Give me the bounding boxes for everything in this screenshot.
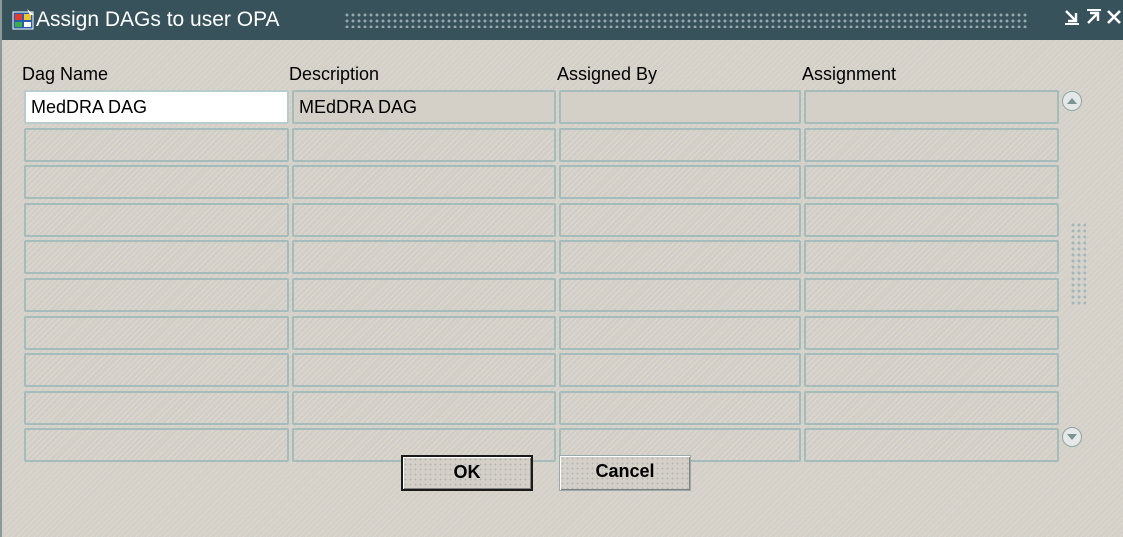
minimize-icon[interactable]: [1062, 8, 1082, 30]
assigned-by-field[interactable]: [559, 278, 801, 312]
assigned-by-field[interactable]: [559, 353, 801, 387]
scroll-thumb[interactable]: [1070, 222, 1086, 306]
title-bar[interactable]: Assign DAGs to user OPA: [2, 0, 1123, 40]
oracle-forms-app-icon: [12, 9, 34, 30]
scroll-up-button[interactable]: [1062, 91, 1082, 111]
description-field[interactable]: [292, 165, 556, 199]
assignment-field[interactable]: [804, 278, 1059, 312]
dag-name-field[interactable]: [24, 203, 289, 237]
assigned-by-field[interactable]: [559, 165, 801, 199]
assigned-by-field[interactable]: [559, 240, 801, 274]
dialog-window: Assign DAGs to user OPA Dag Name Descrip…: [0, 0, 1123, 537]
assignment-field[interactable]: [804, 316, 1059, 350]
scroll-down-button[interactable]: [1062, 427, 1082, 447]
assigned-by-field[interactable]: [559, 128, 801, 162]
assignment-field[interactable]: [804, 128, 1059, 162]
dag-name-field[interactable]: [24, 316, 289, 350]
assignment-field[interactable]: [804, 203, 1059, 237]
dag-name-field[interactable]: MedDRA DAG: [24, 90, 289, 124]
assigned-by-field[interactable]: [559, 391, 801, 425]
description-field[interactable]: [292, 278, 556, 312]
close-icon[interactable]: [1104, 8, 1123, 30]
dag-name-field[interactable]: [24, 391, 289, 425]
description-field[interactable]: MEdDRA DAG: [292, 90, 556, 124]
assignment-field[interactable]: [804, 165, 1059, 199]
assignment-field[interactable]: [804, 391, 1059, 425]
column-header-assigned-by: Assigned By: [557, 64, 658, 84]
dag-name-field[interactable]: [24, 278, 289, 312]
window-title: Assign DAGs to user OPA: [36, 8, 280, 31]
cancel-button[interactable]: Cancel: [559, 455, 691, 491]
dag-name-field[interactable]: [24, 165, 289, 199]
description-field[interactable]: [292, 240, 556, 274]
assignment-field[interactable]: [804, 90, 1059, 124]
dialog-content: Dag Name Description Assigned By Assignm…: [4, 40, 1123, 537]
dag-name-field[interactable]: [24, 240, 289, 274]
ok-button[interactable]: OK: [401, 455, 533, 491]
dag-name-field[interactable]: [24, 353, 289, 387]
column-header-dag-name: Dag Name: [22, 64, 109, 84]
description-field[interactable]: [292, 316, 556, 350]
scroll-down-icon: [1067, 434, 1077, 440]
assignment-field[interactable]: [804, 353, 1059, 387]
column-header-description: Description: [289, 64, 380, 84]
description-field[interactable]: [292, 353, 556, 387]
assigned-by-field[interactable]: [559, 316, 801, 350]
description-field[interactable]: [292, 203, 556, 237]
dag-name-field[interactable]: [24, 428, 289, 462]
assignment-field[interactable]: [804, 428, 1059, 462]
assigned-by-field[interactable]: [559, 203, 801, 237]
description-field[interactable]: [292, 128, 556, 162]
assigned-by-field[interactable]: [559, 90, 801, 124]
assignment-field[interactable]: [804, 240, 1059, 274]
scroll-up-icon: [1067, 98, 1077, 104]
maximize-icon[interactable]: [1084, 8, 1104, 30]
dag-name-field[interactable]: [24, 128, 289, 162]
description-field[interactable]: [292, 391, 556, 425]
column-header-assignment: Assignment: [802, 64, 897, 84]
title-bar-pattern: [344, 12, 1029, 28]
